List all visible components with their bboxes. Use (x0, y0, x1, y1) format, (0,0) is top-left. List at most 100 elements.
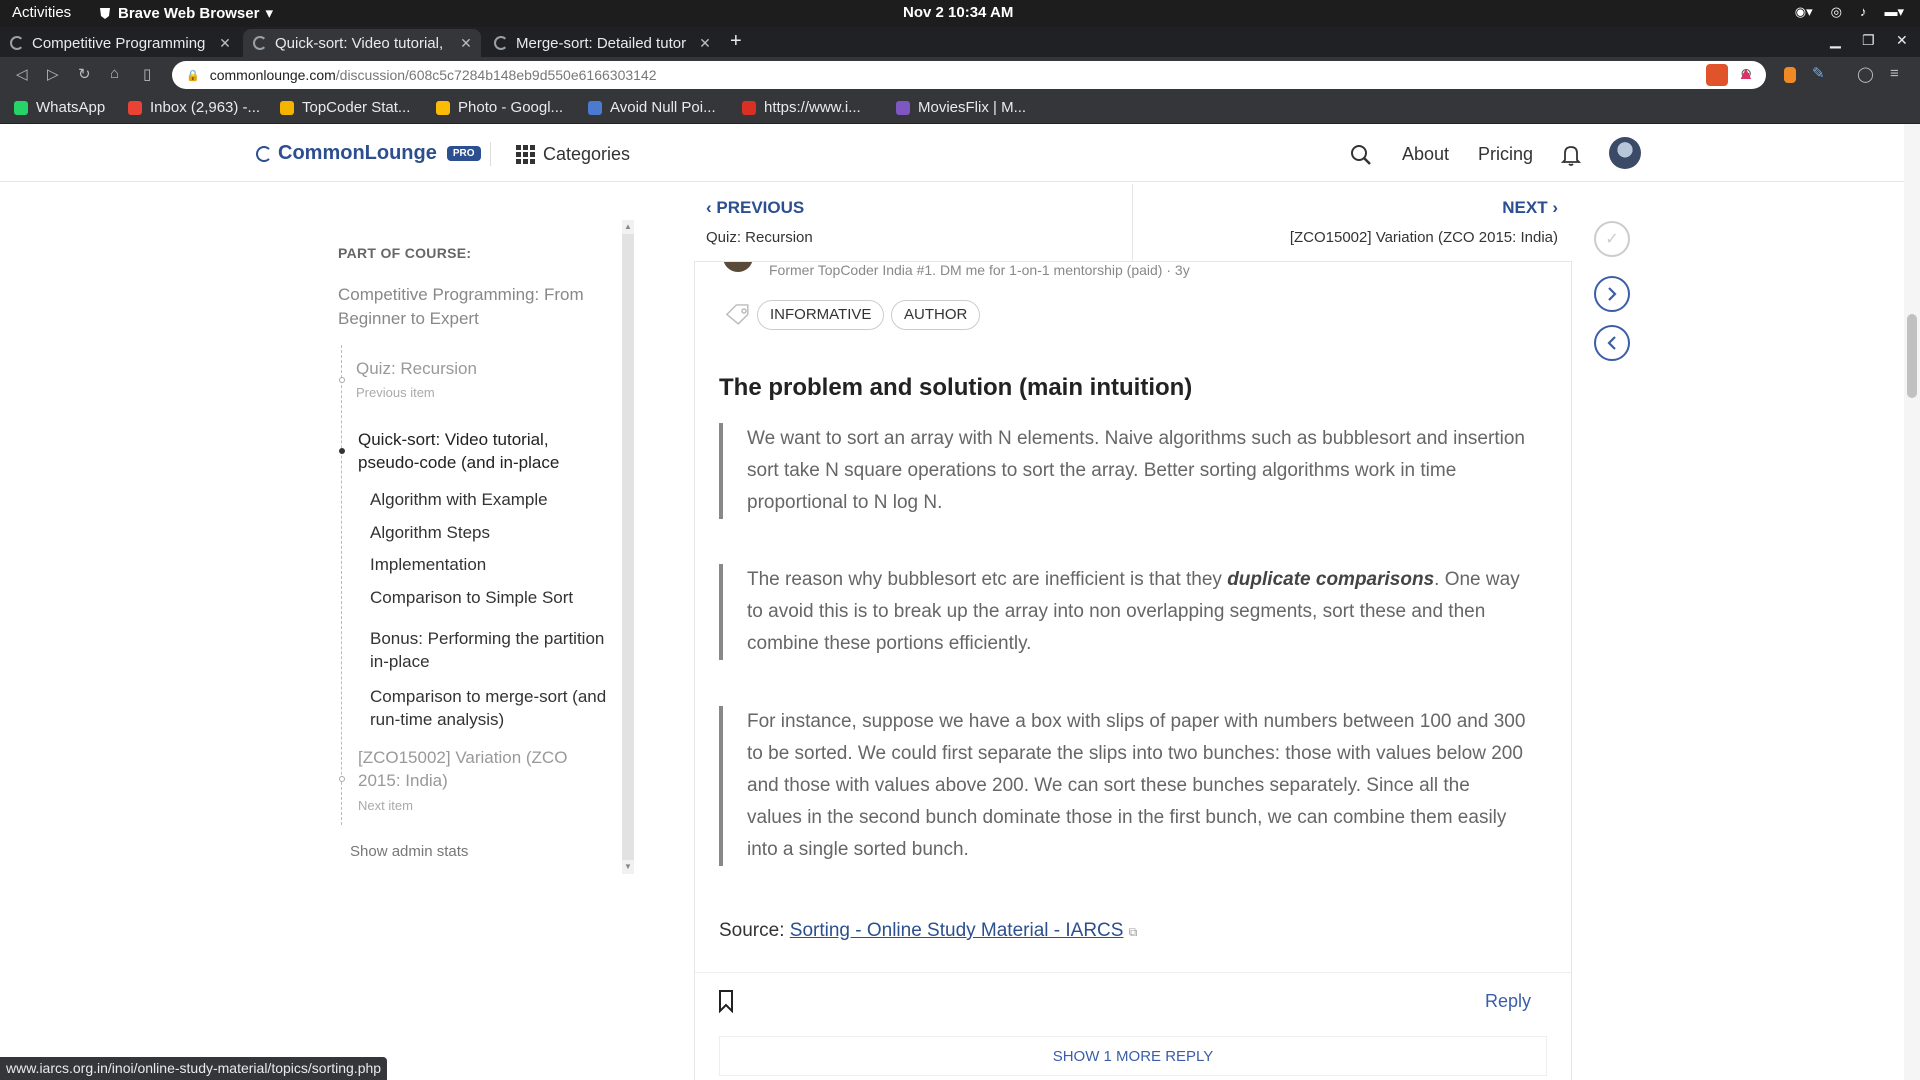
loading-icon (10, 36, 24, 50)
profile-icon[interactable]: ◯ (1857, 65, 1874, 83)
app-name: Brave Web Browser (118, 4, 260, 22)
bookmark-item[interactable]: Avoid Null Poi... (588, 99, 716, 116)
section-link[interactable]: Comparison to merge-sort (and run-time a… (370, 685, 610, 731)
bookmark-item[interactable]: TopCoder Stat... (280, 99, 410, 116)
tag-informative[interactable]: INFORMATIVE (757, 300, 885, 330)
tree-node (339, 776, 345, 782)
bookmark-item[interactable]: https://www.i... (742, 99, 861, 116)
pricing-link[interactable]: Pricing (1478, 144, 1533, 165)
course-label: PART OF COURSE: (338, 245, 472, 261)
sidebar-scroll-thumb[interactable] (622, 234, 634, 860)
tab-competitive-programming[interactable]: Competitive Programming ✕ (0, 29, 240, 57)
avatar[interactable] (1609, 137, 1641, 169)
previous-title: Quiz: Recursion (706, 229, 813, 246)
tree-line (341, 345, 342, 825)
categories-label: Categories (543, 144, 631, 164)
tab-merge-sort[interactable]: Merge-sort: Detailed tutor ✕ (484, 29, 720, 57)
eye-icon: ◎ (1830, 4, 1842, 19)
current-item[interactable]: Quick-sort: Video tutorial, pseudo-code … (358, 428, 588, 474)
brave-rewards-icon[interactable]: ▲ (1737, 63, 1759, 85)
bookmark-label: https://www.i... (764, 99, 861, 116)
app-menu[interactable]: Brave Web Browser ▾ (98, 4, 273, 22)
menu-icon[interactable]: ≡ (1890, 65, 1899, 82)
grid-icon (516, 145, 535, 164)
next-item-sub: Next item (358, 798, 413, 813)
reply-button[interactable]: Reply (1485, 991, 1531, 1012)
bookmark-item[interactable]: Photo - Googl... (436, 99, 563, 116)
brave-shields-icon[interactable] (1706, 64, 1728, 86)
bookmark-item[interactable]: WhatsApp (14, 99, 105, 116)
page-scroll-thumb[interactable] (1907, 314, 1917, 398)
back-icon[interactable]: ◁ (16, 65, 28, 83)
previous-label: ‹ PREVIOUS (706, 198, 805, 217)
bookmark-label: TopCoder Stat... (302, 99, 411, 116)
bookmark-label: Avoid Null Poi... (610, 99, 716, 116)
next-item-button[interactable] (1594, 276, 1630, 312)
scroll-up-icon[interactable]: ▲ (624, 222, 632, 231)
close-window-icon[interactable]: ✕ (1896, 32, 1908, 49)
quote-text: We want to sort an array with N elements… (747, 428, 1525, 513)
prev-item-link[interactable]: Quiz: Recursion (356, 357, 596, 380)
bookmark-icon[interactable] (717, 989, 735, 1018)
source-label: Source: (719, 920, 790, 941)
tab-quick-sort[interactable]: Quick-sort: Video tutorial, ✕ (243, 29, 481, 57)
bookmark-favicon-icon (436, 100, 450, 115)
close-tab-icon[interactable]: ✕ (696, 35, 714, 52)
about-link[interactable]: About (1402, 144, 1449, 165)
extension-metamask-icon[interactable] (1784, 67, 1796, 83)
admin-stats-link[interactable]: Show admin stats (350, 843, 468, 860)
close-tab-icon[interactable]: ✕ (457, 35, 475, 52)
bookmark-favicon-icon (128, 100, 142, 115)
post-heading: The problem and solution (main intuition… (719, 374, 1193, 401)
section-link[interactable]: Algorithm Steps (370, 521, 610, 544)
sidebar-scrollbar[interactable]: ▲ ▼ (622, 220, 634, 874)
source-link[interactable]: Sorting - Online Study Material - IARCS (790, 920, 1124, 941)
section-link[interactable]: Implementation (370, 553, 610, 576)
url-host: commonlounge.com (209, 67, 336, 83)
categories-menu[interactable]: Categories (516, 144, 630, 165)
forward-icon[interactable]: ▷ (47, 65, 59, 83)
tab-title: Quick-sort: Video tutorial, (275, 34, 444, 52)
bookmark-item[interactable]: Inbox (2,963) -... (128, 99, 260, 116)
show-more-replies-button[interactable]: SHOW 1 MORE REPLY (719, 1036, 1547, 1076)
lock-icon[interactable]: 🔒 (186, 69, 200, 82)
logo-icon (256, 145, 272, 162)
next-item-link[interactable]: [ZCO15002] Variation (ZCO 2015: India) (358, 746, 588, 792)
nav-divider (1132, 184, 1133, 262)
address-bar[interactable]: 🔒 commonlounge.com /discussion/608c5c728… (172, 61, 1766, 89)
system-tray[interactable]: ◉▾ ◎ ♪ ▬▾ (1795, 4, 1904, 20)
clock[interactable]: Nov 2 10:34 AM (903, 4, 1013, 21)
minimize-icon[interactable]: ▁ (1830, 32, 1841, 49)
scroll-down-icon[interactable]: ▼ (624, 862, 632, 871)
section-link[interactable]: Comparison to Simple Sort (370, 586, 610, 609)
tab-strip: Competitive Programming ✕ Quick-sort: Vi… (0, 27, 1920, 57)
course-title-link[interactable]: Competitive Programming: From Beginner t… (338, 283, 598, 331)
system-top-bar: Activities Brave Web Browser ▾ Nov 2 10:… (0, 0, 1920, 27)
section-link[interactable]: Algorithm with Example (370, 488, 610, 511)
tag-author[interactable]: AUTHOR (891, 300, 981, 330)
home-icon[interactable]: ⌂ (110, 65, 119, 82)
new-tab-button[interactable]: + (730, 30, 742, 53)
bookmark-label: Inbox (2,963) -... (150, 99, 261, 116)
bookmark-page-icon[interactable]: ▯ (143, 65, 151, 83)
close-tab-icon[interactable]: ✕ (216, 35, 234, 52)
reload-icon[interactable]: ↻ (78, 65, 91, 83)
caret-down-icon: ▾ (265, 5, 273, 22)
bookmark-item[interactable]: MoviesFlix | M... (896, 99, 1026, 116)
loading-icon (253, 36, 267, 50)
restore-icon[interactable]: ❐ (1862, 32, 1875, 49)
site-logo[interactable]: CommonLounge PRO (256, 142, 481, 165)
search-icon[interactable] (1350, 144, 1372, 171)
mark-complete-button[interactable]: ✓ (1594, 221, 1630, 257)
brave-lion-icon (100, 8, 110, 19)
tab-title: Merge-sort: Detailed tutor (516, 34, 687, 52)
section-link[interactable]: Bonus: Performing the partition in-place (370, 627, 620, 673)
previous-item-button[interactable] (1594, 325, 1630, 361)
bell-icon[interactable] (1560, 144, 1582, 171)
page-scrollbar[interactable] (1904, 124, 1920, 1080)
extension-pen-icon[interactable]: ✎ (1812, 64, 1834, 86)
blockquote: We want to sort an array with N elements… (719, 423, 1529, 519)
next-title: [ZCO15002] Variation (ZCO 2015: India) (1289, 229, 1558, 246)
activities-button[interactable]: Activities (12, 4, 71, 21)
external-link-icon: ⧉ (1128, 925, 1138, 939)
